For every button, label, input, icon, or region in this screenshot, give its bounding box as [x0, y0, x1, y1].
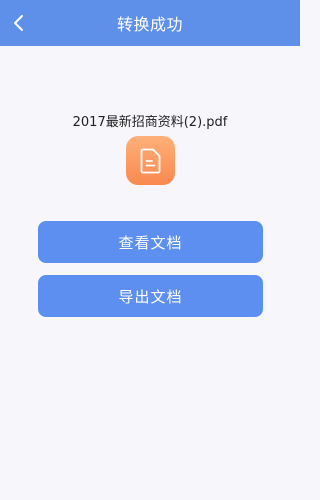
- document-icon: [126, 136, 175, 185]
- view-document-label: 查看文档: [118, 233, 183, 252]
- export-document-label: 导出文档: [118, 287, 183, 306]
- back-button[interactable]: [4, 5, 34, 41]
- file-name-label: 2017最新招商资料(2).pdf: [72, 115, 228, 130]
- page-title: 转换成功: [116, 15, 183, 34]
- title-bar: 转换成功: [0, 0, 300, 46]
- view-document-button[interactable]: 查看文档: [38, 221, 263, 263]
- export-document-button[interactable]: 导出文档: [38, 275, 263, 317]
- chevron-left-icon: [14, 15, 23, 31]
